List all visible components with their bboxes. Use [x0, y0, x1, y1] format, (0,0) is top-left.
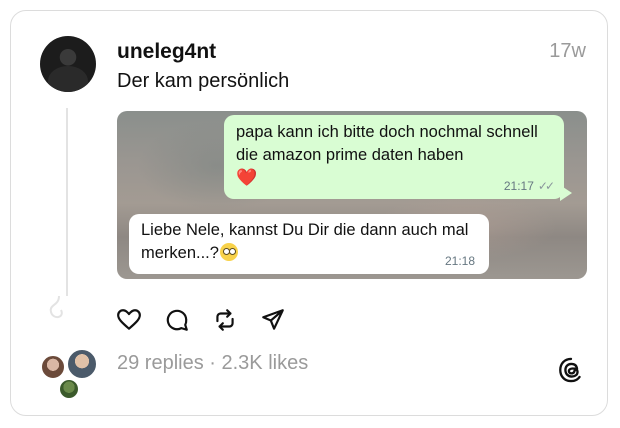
outgoing-message: papa kann ich bitte doch nochmal schnell… [224, 115, 572, 201]
comment-icon[interactable] [164, 307, 190, 333]
avatar [58, 378, 80, 400]
outgoing-message-meta: 21:17 ✓✓ [503, 179, 555, 193]
incoming-message-text: Liebe Nele, kannst Du Dir die dann auch … [141, 221, 469, 262]
bubble-tail [560, 185, 572, 201]
post-text: Der kam persönlich [117, 70, 290, 92]
heart-icon[interactable] [116, 307, 142, 333]
incoming-message: Liebe Nele, kannst Du Dir die dann auch … [129, 214, 489, 274]
flushed-face-icon [219, 243, 238, 261]
share-icon[interactable] [260, 307, 286, 333]
incoming-message-text-wrap: Liebe Nele, kannst Du Dir die dann auch … [141, 219, 477, 265]
repost-icon[interactable] [212, 307, 238, 333]
threads-logo-icon[interactable] [557, 356, 585, 384]
incoming-message-time: 21:18 [444, 254, 475, 268]
post-time: 17w [549, 40, 586, 62]
outgoing-message-text: papa kann ich bitte doch nochmal schnell… [236, 123, 538, 164]
thread-line [66, 108, 68, 296]
post-stats[interactable]: 29 replies · 2.3K likes [117, 352, 308, 375]
reply-avatars [40, 348, 100, 402]
double-check-icon: ✓✓ [537, 179, 555, 193]
avatar [40, 354, 66, 380]
thread-loop-icon [49, 296, 63, 318]
avatar [66, 348, 98, 380]
username[interactable]: uneleg4nt [117, 40, 216, 64]
user-avatar[interactable] [40, 36, 96, 92]
outgoing-message-time: 21:17 [503, 179, 534, 193]
screenshot-media[interactable]: papa kann ich bitte doch nochmal schnell… [117, 111, 587, 279]
